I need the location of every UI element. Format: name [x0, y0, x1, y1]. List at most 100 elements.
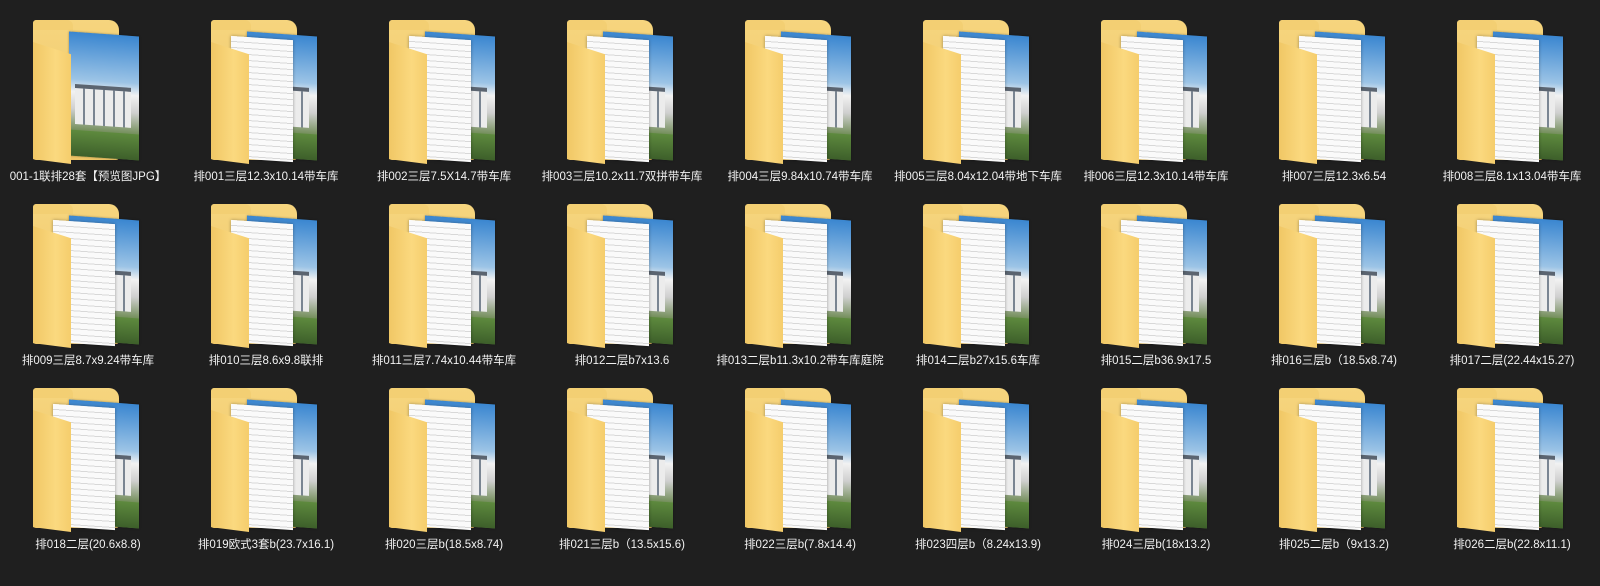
- folder-front: [1457, 42, 1495, 164]
- folder-front: [745, 226, 783, 348]
- folder-front: [211, 226, 249, 348]
- folder-label: 排013二层b11.3x10.2带车库庭院: [716, 355, 884, 367]
- folder-label: 排014二层b27x15.6车库: [915, 355, 1040, 367]
- folder-front: [745, 410, 783, 532]
- folder-icon: [745, 204, 857, 350]
- folder-label: 排010三层8.6x9.8联排: [208, 355, 324, 367]
- folder-item[interactable]: 排008三层8.1x13.04带车库: [1423, 20, 1600, 196]
- folder-item[interactable]: 排025二层b（9x13.2): [1245, 388, 1423, 564]
- folder-label: 排020三层b(18.5x8.74): [384, 539, 504, 551]
- folder-tab: [211, 20, 251, 30]
- folder-label: 排023四层b（8.24x13.9): [915, 539, 1041, 551]
- folder-icon: [745, 20, 857, 166]
- folder-icon: [1101, 388, 1213, 534]
- folder-icon: [1101, 204, 1213, 350]
- folder-label: 排016三层b（18.5x8.74): [1271, 355, 1397, 367]
- folder-item[interactable]: 排020三层b(18.5x8.74): [355, 388, 533, 564]
- folder-label: 排002三层7.5X14.7带车库: [376, 171, 512, 183]
- folder-label: 排005三层8.04x12.04带地下车库: [893, 171, 1063, 183]
- folder-tab: [211, 204, 251, 214]
- folder-item[interactable]: 排014二层b27x15.6车库: [889, 204, 1067, 380]
- folder-front: [33, 410, 71, 532]
- folder-tab: [1457, 204, 1497, 214]
- folder-item[interactable]: 排013二层b11.3x10.2带车库庭院: [711, 204, 889, 380]
- folder-label: 排026二层b(22.8x11.1): [1453, 539, 1571, 551]
- folder-tab: [1279, 20, 1319, 30]
- folder-item[interactable]: 排005三层8.04x12.04带地下车库: [889, 20, 1067, 196]
- folder-icon: [1279, 204, 1391, 350]
- folder-front: [389, 226, 427, 348]
- folder-front: [923, 226, 961, 348]
- folder-tab: [389, 204, 429, 214]
- folder-front: [567, 410, 605, 532]
- folder-label: 排006三层12.3x10.14带车库: [1083, 171, 1229, 183]
- folder-icon: [211, 204, 323, 350]
- folder-icon: [1457, 388, 1569, 534]
- folder-tab: [1101, 388, 1141, 398]
- folder-item[interactable]: 排022三层b(7.8x14.4): [711, 388, 889, 564]
- folder-label: 排001三层12.3x10.14带车库: [193, 171, 339, 183]
- folder-item[interactable]: 排011三层7.74x10.44带车库: [355, 204, 533, 380]
- folder-front: [1279, 226, 1317, 348]
- folder-icon: [211, 388, 323, 534]
- folder-item[interactable]: 排004三层9.84x10.74带车库: [711, 20, 889, 196]
- folder-label: 排003三层10.2x11.7双拼带车库: [541, 171, 703, 183]
- folder-tab: [211, 388, 251, 398]
- folder-icon: [923, 388, 1035, 534]
- folder-item[interactable]: 排021三层b（13.5x15.6): [533, 388, 711, 564]
- folder-tab: [923, 20, 963, 30]
- folder-front: [567, 226, 605, 348]
- folder-tab: [567, 20, 607, 30]
- folder-label: 001-1联排28套【预览图JPG】: [9, 171, 167, 183]
- folder-item[interactable]: 排026二层b(22.8x11.1): [1423, 388, 1600, 564]
- folder-item[interactable]: 排002三层7.5X14.7带车库: [355, 20, 533, 196]
- folder-icon: [389, 388, 501, 534]
- folder-icon: [33, 204, 145, 350]
- folder-label: 排007三层12.3x6.54: [1281, 171, 1387, 183]
- folder-tab: [745, 20, 785, 30]
- folder-item[interactable]: 排003三层10.2x11.7双拼带车库: [533, 20, 711, 196]
- folder-tab: [1457, 388, 1497, 398]
- folder-front: [1101, 410, 1139, 532]
- folder-icon: [567, 204, 679, 350]
- folder-label: 排012二层b7x13.6: [574, 355, 670, 367]
- folder-tab: [923, 204, 963, 214]
- folder-front: [1457, 226, 1495, 348]
- folder-front: [1457, 410, 1495, 532]
- folder-icon: [1279, 20, 1391, 166]
- folder-tab: [1101, 204, 1141, 214]
- folder-item[interactable]: 排015二层b36.9x17.5: [1067, 204, 1245, 380]
- folder-item[interactable]: 排001三层12.3x10.14带车库: [177, 20, 355, 196]
- folder-front: [211, 42, 249, 164]
- folder-item[interactable]: 排024三层b(18x13.2): [1067, 388, 1245, 564]
- folder-label: 排004三层9.84x10.74带车库: [727, 171, 873, 183]
- folder-icon: [923, 20, 1035, 166]
- folder-preview-photo: [69, 31, 139, 161]
- folder-item[interactable]: 排006三层12.3x10.14带车库: [1067, 20, 1245, 196]
- folder-item[interactable]: 排009三层8.7x9.24带车库: [0, 204, 177, 380]
- folder-item[interactable]: 排017二层(22.44x15.27): [1423, 204, 1600, 380]
- folder-item[interactable]: 排018二层(20.6x8.8): [0, 388, 177, 564]
- folder-icon: [33, 388, 145, 534]
- folder-item[interactable]: 排023四层b（8.24x13.9): [889, 388, 1067, 564]
- folder-front: [923, 42, 961, 164]
- folder-tab: [745, 388, 785, 398]
- folder-label: 排019欧式3套b(23.7x16.1): [197, 539, 335, 551]
- folder-item[interactable]: 排019欧式3套b(23.7x16.1): [177, 388, 355, 564]
- folder-item[interactable]: 排007三层12.3x6.54: [1245, 20, 1423, 196]
- folder-icon: [567, 388, 679, 534]
- folder-grid: 001-1联排28套【预览图JPG】 排001三层12.3x10.14带车库 排00…: [0, 0, 1600, 586]
- folder-tab: [1279, 204, 1319, 214]
- folder-item[interactable]: 排012二层b7x13.6: [533, 204, 711, 380]
- folder-tab: [33, 204, 73, 214]
- folder-icon: [1279, 388, 1391, 534]
- folder-icon: [923, 204, 1035, 350]
- folder-item[interactable]: 001-1联排28套【预览图JPG】: [0, 20, 177, 196]
- folder-label: 排009三层8.7x9.24带车库: [21, 355, 155, 367]
- folder-item[interactable]: 排010三层8.6x9.8联排: [177, 204, 355, 380]
- folder-label: 排011三层7.74x10.44带车库: [371, 355, 517, 367]
- folder-item[interactable]: 排016三层b（18.5x8.74): [1245, 204, 1423, 380]
- folder-front: [1101, 42, 1139, 164]
- folder-tab: [567, 388, 607, 398]
- folder-tab: [745, 204, 785, 214]
